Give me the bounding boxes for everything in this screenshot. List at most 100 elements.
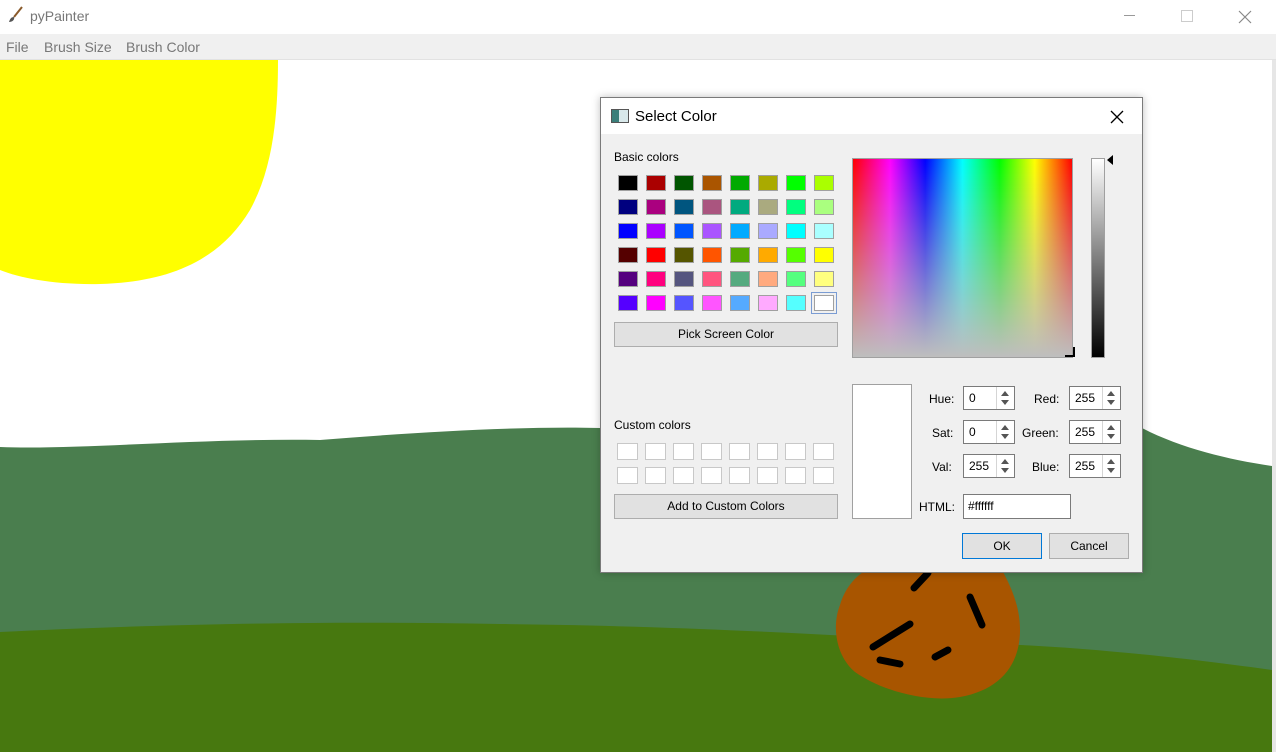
luminance-slider[interactable] [1091,158,1105,358]
basic-color-swatch[interactable] [674,247,694,263]
red-spinbox[interactable]: 255 [1069,386,1121,410]
basic-color-swatch[interactable] [786,271,806,287]
menu-file[interactable]: File [6,39,29,55]
custom-color-slot[interactable] [617,467,638,484]
custom-color-slot[interactable] [729,443,750,460]
html-color-input[interactable]: #ffffff [963,494,1071,519]
custom-color-slot[interactable] [701,467,722,484]
dialog-close-icon[interactable] [1107,107,1127,127]
cancel-button[interactable]: Cancel [1049,533,1129,559]
custom-color-slot[interactable] [617,443,638,460]
custom-color-slot[interactable] [813,467,834,484]
basic-color-swatch[interactable] [758,199,778,215]
color-spectrum-picker[interactable] [852,158,1073,358]
basic-color-swatch[interactable] [814,247,834,263]
basic-color-swatch[interactable] [618,247,638,263]
basic-color-swatch[interactable] [646,199,666,215]
basic-color-swatch[interactable] [702,295,722,311]
basic-color-swatch[interactable] [814,223,834,239]
basic-color-swatch[interactable] [814,175,834,191]
basic-color-swatch[interactable] [646,271,666,287]
blue-label: Blue: [1032,460,1060,474]
custom-color-slot[interactable] [701,443,722,460]
blue-spinbox[interactable]: 255 [1069,454,1121,478]
basic-color-swatch[interactable] [730,223,750,239]
menu-brush-color[interactable]: Brush Color [126,39,200,55]
paintbrush-icon [9,6,23,22]
basic-color-swatch[interactable] [786,199,806,215]
basic-color-swatch[interactable] [702,223,722,239]
basic-color-swatch[interactable] [674,199,694,215]
basic-color-swatch[interactable] [702,199,722,215]
custom-color-slot[interactable] [645,467,666,484]
basic-color-swatch[interactable] [814,199,834,215]
basic-color-swatch[interactable] [674,271,694,287]
basic-color-swatch[interactable] [811,292,837,314]
hue-spinbox[interactable]: 0 [963,386,1015,410]
green-spin-arrows-icon[interactable] [1102,421,1120,443]
basic-color-swatch[interactable] [646,175,666,191]
val-value: 255 [969,459,990,473]
custom-color-slot[interactable] [785,467,806,484]
basic-color-swatch[interactable] [730,247,750,263]
red-spin-arrows-icon[interactable] [1102,387,1120,409]
basic-color-swatch[interactable] [618,199,638,215]
custom-color-slot[interactable] [673,443,694,460]
maximize-button[interactable] [1158,0,1216,34]
ok-button[interactable]: OK [962,533,1042,559]
basic-color-swatch[interactable] [646,247,666,263]
close-icon [1238,10,1252,24]
html-label: HTML: [919,500,955,514]
custom-color-slot[interactable] [757,443,778,460]
pick-screen-color-button[interactable]: Pick Screen Color [614,322,838,347]
basic-color-swatch[interactable] [786,175,806,191]
menu-brush-size[interactable]: Brush Size [44,39,112,55]
custom-color-slot[interactable] [813,443,834,460]
basic-color-swatch[interactable] [618,223,638,239]
custom-color-slot[interactable] [785,443,806,460]
basic-color-swatch[interactable] [702,271,722,287]
val-spin-arrows-icon[interactable] [996,455,1014,477]
basic-color-swatch[interactable] [702,247,722,263]
basic-color-swatch[interactable] [702,175,722,191]
val-spinbox[interactable]: 255 [963,454,1015,478]
basic-color-swatch[interactable] [618,175,638,191]
basic-color-swatch[interactable] [730,271,750,287]
blue-spin-arrows-icon[interactable] [1102,455,1120,477]
val-label: Val: [932,460,952,474]
basic-color-swatch[interactable] [618,271,638,287]
basic-color-swatch[interactable] [786,247,806,263]
basic-color-swatch[interactable] [730,295,750,311]
vertical-scrollbar[interactable] [1272,60,1276,752]
basic-color-swatch[interactable] [758,223,778,239]
custom-color-slot[interactable] [645,443,666,460]
basic-color-swatch[interactable] [758,175,778,191]
basic-color-swatch[interactable] [814,271,834,287]
basic-color-swatch[interactable] [646,295,666,311]
basic-color-swatch[interactable] [730,199,750,215]
basic-color-swatch[interactable] [730,175,750,191]
sat-spin-arrows-icon[interactable] [996,421,1014,443]
basic-color-swatch[interactable] [786,223,806,239]
custom-color-slot[interactable] [729,467,750,484]
close-button[interactable] [1216,0,1274,34]
custom-color-slot[interactable] [757,467,778,484]
sat-label: Sat: [932,426,954,440]
luminance-slider-arrow-icon[interactable] [1107,155,1113,165]
basic-color-swatch[interactable] [786,295,806,311]
basic-color-swatch[interactable] [758,271,778,287]
basic-color-swatch[interactable] [618,295,638,311]
basic-color-swatch[interactable] [674,295,694,311]
green-spinbox[interactable]: 255 [1069,420,1121,444]
custom-color-slot[interactable] [673,467,694,484]
basic-color-swatch[interactable] [758,295,778,311]
hue-label: Hue: [929,392,955,406]
basic-color-swatch[interactable] [674,223,694,239]
basic-color-swatch[interactable] [674,175,694,191]
minimize-button[interactable] [1100,0,1158,34]
add-to-custom-colors-button[interactable]: Add to Custom Colors [614,494,838,519]
basic-color-swatch[interactable] [646,223,666,239]
basic-color-swatch[interactable] [758,247,778,263]
hue-spin-arrows-icon[interactable] [996,387,1014,409]
sat-spinbox[interactable]: 0 [963,420,1015,444]
